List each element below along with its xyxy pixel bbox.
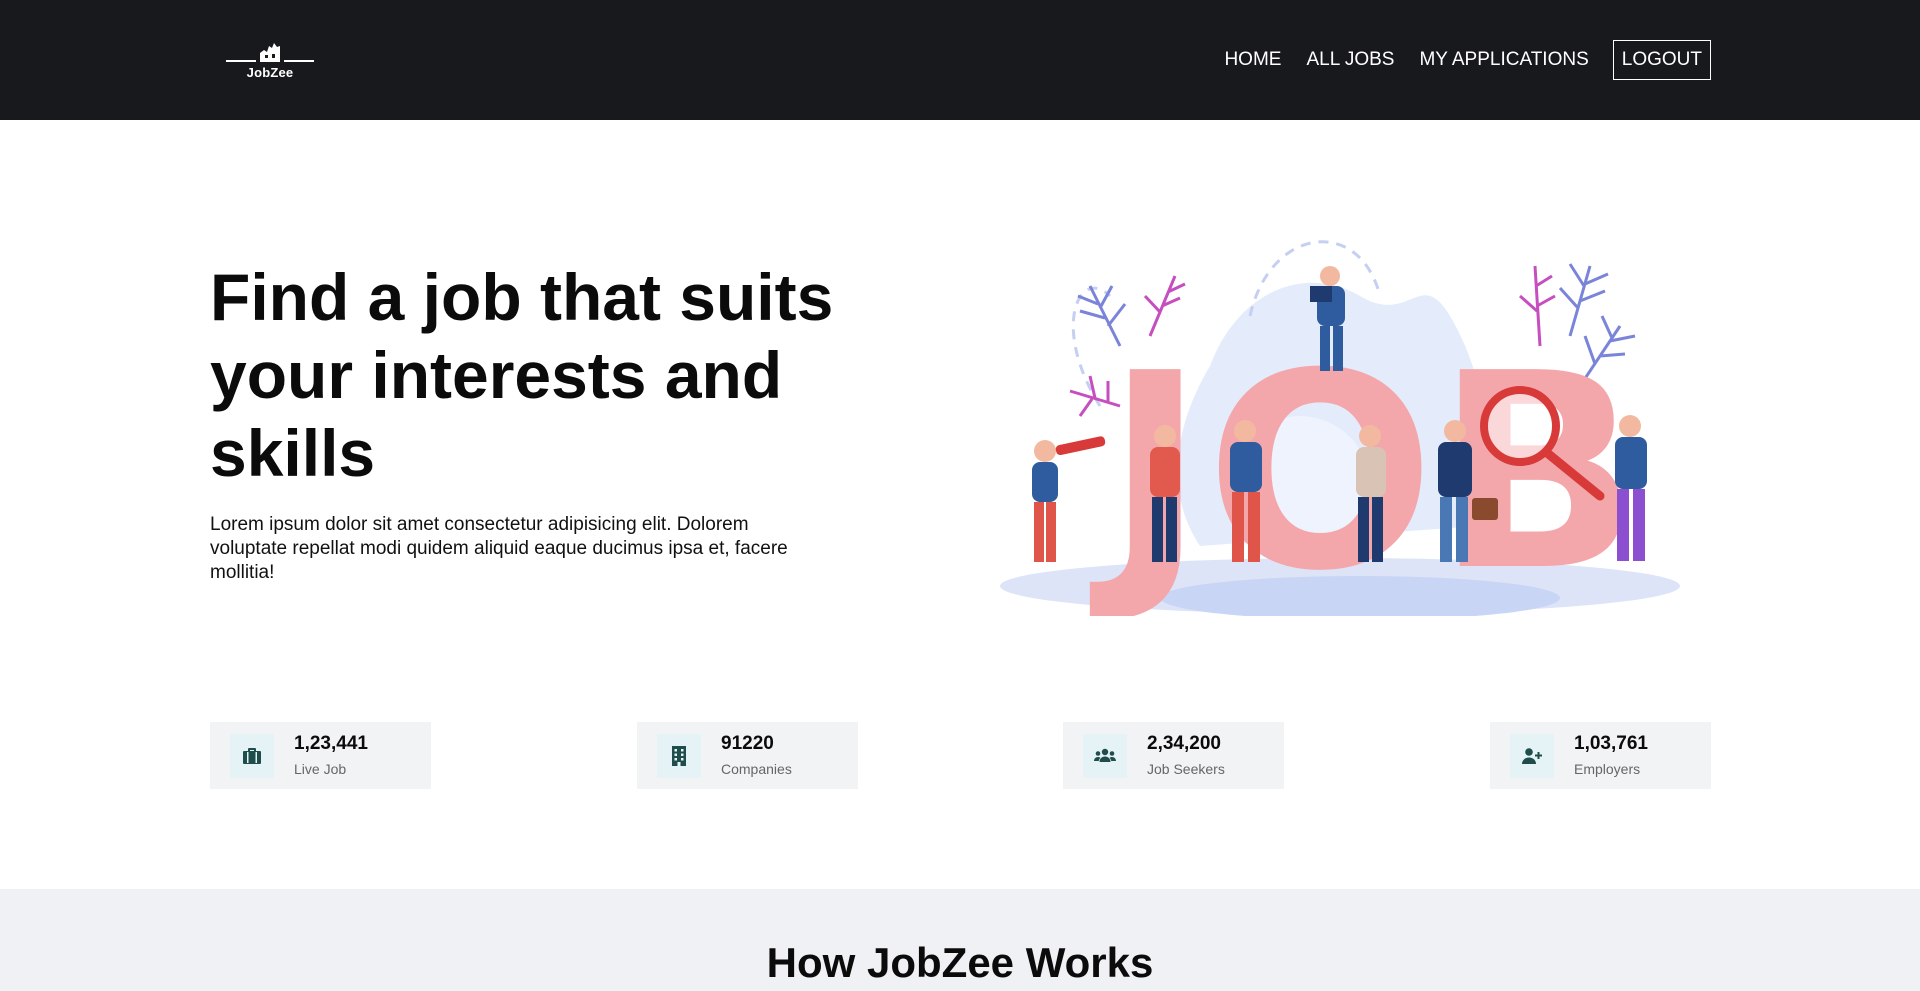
stat-label: Live Job <box>294 760 347 777</box>
nav-home-link[interactable]: HOME <box>1224 49 1281 71</box>
stat-label: Job Seekers <box>1147 760 1225 777</box>
hero-title: Find a job that suits your interests and… <box>210 260 834 490</box>
stat-card-companies: 91220 Companies <box>637 722 858 789</box>
brand-logo[interactable]: JobZee <box>226 40 314 82</box>
stat-label: Companies <box>721 760 792 777</box>
navbar: JobZee HOME ALL JOBS MY APPLICATIONS LOG… <box>0 0 1920 120</box>
user-plus-icon <box>1522 747 1542 764</box>
users-icon <box>1094 748 1116 762</box>
briefcase-icon <box>243 747 261 764</box>
stat-icon-box <box>230 733 274 778</box>
logo-line-left <box>226 60 256 62</box>
nav-my-applications-link[interactable]: MY APPLICATIONS <box>1419 49 1588 71</box>
brand-name: JobZee <box>246 65 294 80</box>
stat-value: 1,23,441 <box>294 732 368 754</box>
logout-button[interactable]: LOGOUT <box>1612 40 1711 80</box>
nav-all-jobs-link[interactable]: ALL JOBS <box>1306 49 1394 71</box>
stat-icon-box <box>1083 733 1127 778</box>
how-it-works-section: How JobZee Works <box>0 889 1920 991</box>
stat-icon-box <box>1510 733 1554 778</box>
main-nav: HOME ALL JOBS MY APPLICATIONS LOGOUT <box>1199 40 1711 80</box>
building-icon <box>672 745 686 766</box>
hero-job-illustration: JOB <box>1000 240 1680 616</box>
logo-line-right <box>284 60 314 62</box>
logo-mark-icon <box>260 43 280 62</box>
hero-description: Lorem ipsum dolor sit amet consectetur a… <box>210 514 788 583</box>
stat-label: Employers <box>1574 760 1641 777</box>
stat-card-live-jobs: 1,23,441 Live Job <box>210 722 431 789</box>
stat-value: 1,03,761 <box>1574 732 1648 754</box>
stat-card-job-seekers: 2,34,200 Job Seekers <box>1063 722 1284 789</box>
stat-value: 91220 <box>721 732 774 754</box>
stat-card-employers: 1,03,761 Employers <box>1490 722 1711 789</box>
how-it-works-title: How JobZee Works <box>766 939 1154 986</box>
stat-value: 2,34,200 <box>1147 732 1221 754</box>
stat-icon-box <box>657 733 701 778</box>
